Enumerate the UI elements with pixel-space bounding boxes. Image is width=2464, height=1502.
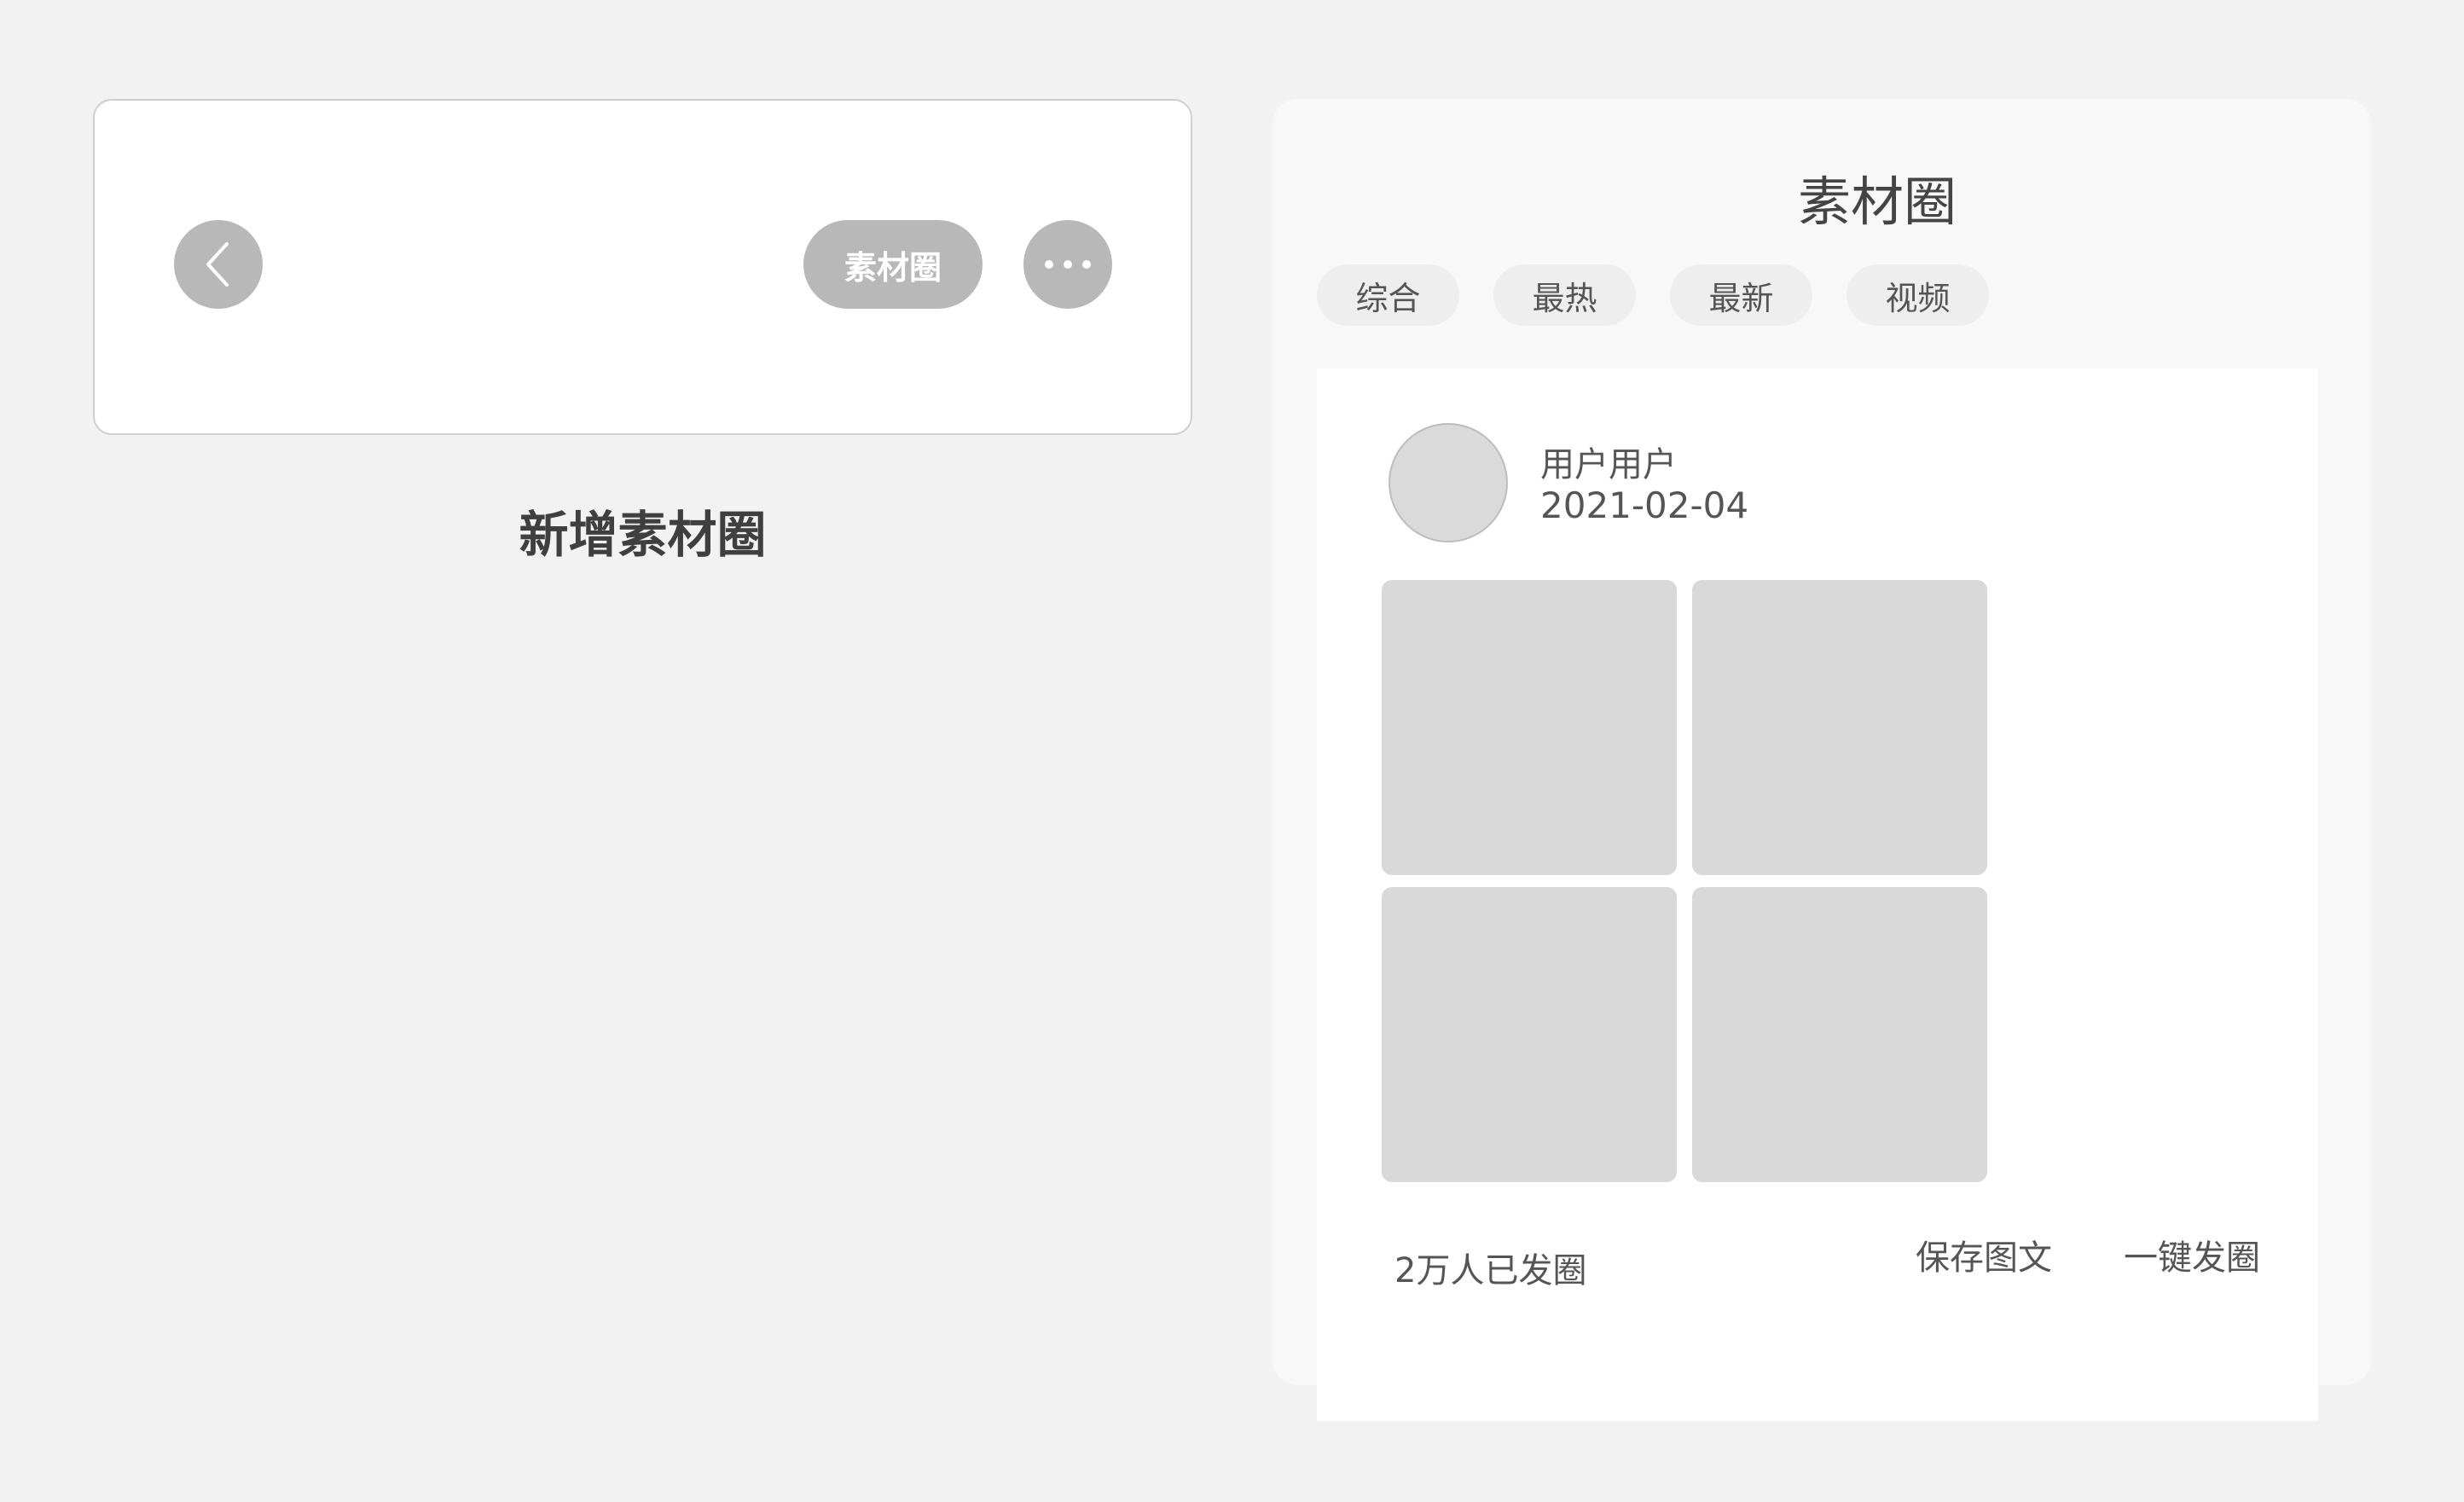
image-placeholder[interactable]	[1692, 887, 1987, 1182]
back-button[interactable]	[174, 220, 263, 309]
chevron-left-icon	[206, 242, 229, 287]
preview-caption: 新增素材圈	[519, 506, 767, 564]
share-count: 2万人已发圈	[1394, 1251, 1587, 1290]
page-title: 素材圈	[1797, 171, 1957, 233]
avatar[interactable]	[1389, 423, 1508, 542]
canvas: 素材圈 新增素材圈 素材圈 综合 最热 最新 视频 用户用户 2021-02-0…	[0, 0, 2464, 1502]
tab-hottest[interactable]: 最热	[1493, 264, 1636, 326]
image-placeholder[interactable]	[1382, 887, 1677, 1182]
image-grid	[1382, 580, 1987, 1182]
tab-bar: 综合 最热 最新 视频	[1317, 264, 1989, 326]
image-placeholder[interactable]	[1692, 580, 1987, 875]
user-name: 用户用户	[1540, 445, 1677, 484]
header-preview-card: 素材圈	[93, 99, 1192, 435]
tab-comprehensive[interactable]: 综合	[1317, 264, 1459, 326]
more-dots-icon	[1045, 260, 1091, 269]
post-date: 2021-02-04	[1540, 484, 1749, 526]
more-button[interactable]	[1023, 220, 1112, 309]
tab-newest[interactable]: 最新	[1670, 264, 1812, 326]
material-circle-pill-button[interactable]: 素材圈	[803, 220, 983, 309]
one-click-post-button[interactable]: 一键发圈	[2124, 1230, 2260, 1279]
post-card: 用户用户 2021-02-04 2万人已发圈 保存图文 一键发圈	[1317, 368, 2318, 1421]
image-placeholder[interactable]	[1382, 580, 1677, 875]
tab-video[interactable]: 视频	[1847, 264, 1989, 326]
save-post-button[interactable]: 保存图文	[1916, 1230, 2052, 1279]
material-circle-panel: 素材圈 综合 最热 最新 视频 用户用户 2021-02-04 2万人已发圈 保…	[1273, 99, 2371, 1421]
